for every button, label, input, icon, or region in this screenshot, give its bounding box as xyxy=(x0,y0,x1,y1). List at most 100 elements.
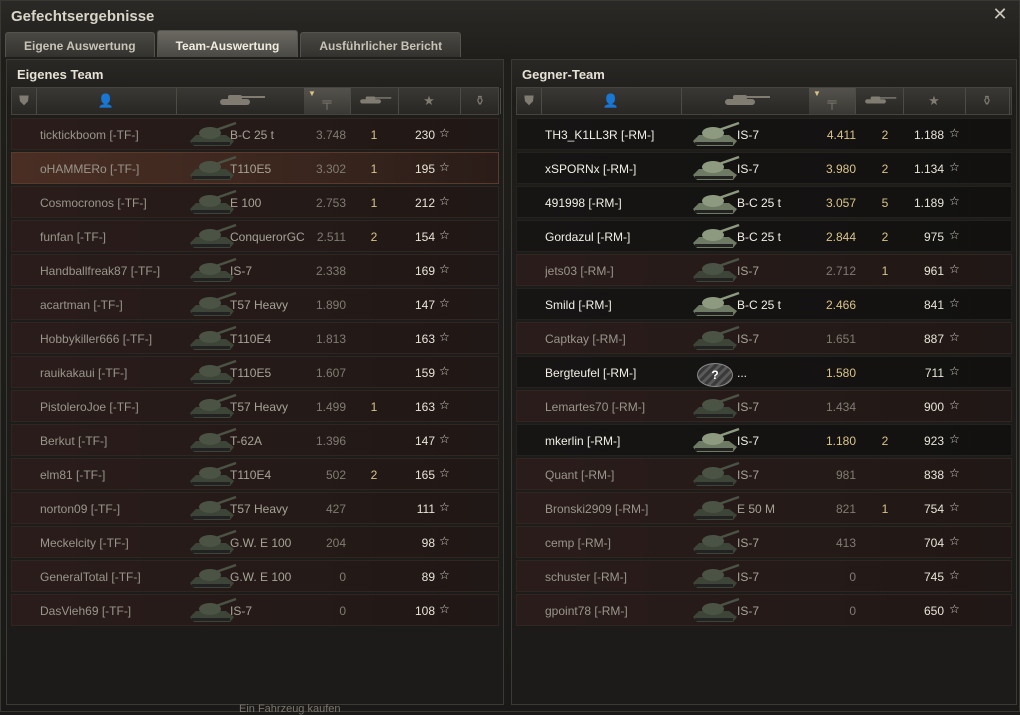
player-name: funfan [-TF-] xyxy=(40,230,107,244)
enemy-team-row[interactable]: Gordazul [-RM-] B-C 25 t 2.844 2 975 ☆ xyxy=(516,220,1012,252)
own-team-row[interactable]: PistoleroJoe [-TF-] T57 Heavy 1.499 1 163 ☆ xyxy=(11,390,499,422)
enemy-team-row[interactable]: cemp [-RM-] IS-7 413 704 ☆ xyxy=(516,526,1012,558)
xp-value: 98 xyxy=(421,536,435,550)
sort-damage-column[interactable]: ╤ ▼ xyxy=(304,88,351,114)
enemy-team-row[interactable]: ? Bergteufel [-RM-]... 1.580 711 ☆ xyxy=(516,356,1012,388)
enemy-team-row[interactable]: TH3_K1LL3R [-RM-] IS-7 4.411 2 1.188 ☆ xyxy=(516,118,1012,150)
vehicle-name: IS-7 xyxy=(737,162,760,176)
tab-personal[interactable]: Eigene Auswertung xyxy=(5,32,155,57)
enemy-team-row[interactable]: Quant [-RM-] IS-7 981 838 ☆ xyxy=(516,458,1012,490)
tab-team[interactable]: Team-Auswertung xyxy=(156,30,299,57)
damage-value: 2.753 xyxy=(315,196,346,210)
star-icon: ☆ xyxy=(949,466,960,480)
player-name: jets03 [-RM-] xyxy=(545,264,614,278)
player-name: rauikakaui [-TF-] xyxy=(40,366,128,380)
star-icon: ☆ xyxy=(439,160,450,174)
sort-damage-column[interactable]: ╤ ▼ xyxy=(809,88,856,114)
star-icon: ☆ xyxy=(949,160,960,174)
enemy-team-row[interactable]: Lemartes70 [-RM-] IS-7 1.434 900 ☆ xyxy=(516,390,1012,422)
enemy-team-row[interactable]: jets03 [-RM-] IS-7 2.712 1 961 ☆ xyxy=(516,254,1012,286)
own-team-row[interactable]: GeneralTotal [-TF-] G.W. E 100 0 89 ☆ xyxy=(11,560,499,592)
star-icon: ☆ xyxy=(439,602,450,616)
star-icon: ☆ xyxy=(439,330,450,344)
tank-icon xyxy=(689,529,741,557)
own-team-row[interactable]: ticktickboom [-TF-] B-C 25 t 3.748 1 230 ☆ xyxy=(11,118,499,150)
enemy-team-row[interactable]: mkerlin [-RM-] IS-7 1.180 2 923 ☆ xyxy=(516,424,1012,456)
column-medal-icon[interactable]: ⚱ xyxy=(460,88,501,114)
column-player-icon[interactable]: 👤 xyxy=(36,88,177,114)
player-name: gpoint78 [-RM-] xyxy=(545,604,628,618)
damage-value: 3.057 xyxy=(825,196,856,210)
own-team-row[interactable]: Berkut [-TF-] T-62A 1.396 147 ☆ xyxy=(11,424,499,456)
tank-icon xyxy=(689,495,741,523)
own-team-row[interactable]: acartman [-TF-] T57 Heavy 1.890 147 ☆ xyxy=(11,288,499,320)
own-team-row[interactable]: Cosmocronos [-TF-] E 100 2.753 1 212 ☆ xyxy=(11,186,499,218)
player-name: Bergteufel [-RM-] xyxy=(545,366,637,380)
player-name: 491998 [-RM-] xyxy=(545,196,622,210)
sort-arrow-icon: ▼ xyxy=(308,89,316,98)
enemy-team-row[interactable]: gpoint78 [-RM-] IS-7 0 650 ☆ xyxy=(516,594,1012,626)
player-name: TH3_K1LL3R [-RM-] xyxy=(545,128,655,142)
kills-value: 2 xyxy=(881,128,889,142)
enemy-team-row[interactable]: Bronski2909 [-RM-] E 50 M 821 1 754 ☆ xyxy=(516,492,1012,524)
damage-value: 2.338 xyxy=(315,264,346,278)
column-xp-star-icon[interactable]: ★ xyxy=(398,88,461,114)
own-team-row[interactable]: DasVieh69 [-TF-] IS-7 0 108 ☆ xyxy=(11,594,499,626)
damage-value: 1.890 xyxy=(315,298,346,312)
column-tank-icon[interactable] xyxy=(176,88,305,114)
column-kills-icon[interactable] xyxy=(855,88,904,114)
enemy-team-row[interactable]: Smild [-RM-] B-C 25 t 2.466 841 ☆ xyxy=(516,288,1012,320)
vehicle-name: T110E5 xyxy=(230,162,272,176)
damage-value: 427 xyxy=(325,502,346,516)
vehicle-name: IS-7 xyxy=(737,468,760,482)
xp-value: 841 xyxy=(923,298,944,312)
kills-value: 1 xyxy=(370,128,378,142)
player-name: DasVieh69 [-TF-] xyxy=(40,604,132,618)
enemy-team-row[interactable]: Captkay [-RM-] IS-7 1.651 887 ☆ xyxy=(516,322,1012,354)
window-title: Gefechtsergebnisse xyxy=(11,8,155,25)
own-team-row[interactable]: Hobbykiller666 [-TF-] T110E4 1.813 163 ☆ xyxy=(11,322,499,354)
column-medal-icon[interactable]: ⚱ xyxy=(965,88,1010,114)
column-player-icon[interactable]: 👤 xyxy=(541,88,682,114)
player-name: GeneralTotal [-TF-] xyxy=(40,570,141,584)
tank-icon xyxy=(689,325,741,353)
damage-value: 2.466 xyxy=(825,298,856,312)
star-icon: ☆ xyxy=(439,126,450,140)
own-team-row[interactable]: norton09 [-TF-] T57 Heavy 427 111 ☆ xyxy=(11,492,499,524)
kills-value: 1 xyxy=(370,196,378,210)
star-icon: ☆ xyxy=(949,126,960,140)
column-xp-star-icon[interactable]: ★ xyxy=(903,88,966,114)
tab-detailed-report[interactable]: Ausführlicher Bericht xyxy=(300,32,462,57)
footer-hint: Ein Fahrzeug kaufen xyxy=(239,703,341,715)
player-name: Berkut [-TF-] xyxy=(40,434,108,448)
tank-icon xyxy=(689,291,741,319)
damage-value: 1.607 xyxy=(315,366,346,380)
enemy-team-row[interactable]: schuster [-RM-] IS-7 0 745 ☆ xyxy=(516,560,1012,592)
column-kills-icon[interactable] xyxy=(350,88,399,114)
own-team-row[interactable]: rauikakaui [-TF-] T110E5 1.607 159 ☆ xyxy=(11,356,499,388)
close-icon[interactable]: ✕ xyxy=(991,5,1009,23)
own-team-row[interactable]: oHAMMERo [-TF-] T110E5 3.302 1 195 ☆ xyxy=(11,152,499,184)
enemy-team-row[interactable]: 491998 [-RM-] B-C 25 t 3.057 5 1.189 ☆ xyxy=(516,186,1012,218)
xp-value: 754 xyxy=(923,502,944,516)
own-team-row[interactable]: elm81 [-TF-] T110E4 502 2 165 ☆ xyxy=(11,458,499,490)
player-icon: 👤 xyxy=(602,93,620,108)
vehicle-name: IS-7 xyxy=(737,570,760,584)
xp-value: 89 xyxy=(421,570,435,584)
tank-icon xyxy=(689,597,741,625)
damage-value: 502 xyxy=(325,468,346,482)
column-platoon-icon[interactable]: ⛊ xyxy=(517,88,542,114)
enemy-team-row[interactable]: xSPORNx [-RM-] IS-7 3.980 2 1.134 ☆ xyxy=(516,152,1012,184)
damage-value: 3.302 xyxy=(315,162,346,176)
own-team-row[interactable]: funfan [-TF-] ConquerorGC 2.511 2 154 ☆ xyxy=(11,220,499,252)
own-team-row[interactable]: Handballfreak87 [-TF-] IS-7 2.338 169 ☆ xyxy=(11,254,499,286)
xp-value: 1.189 xyxy=(913,196,944,210)
xp-value: 975 xyxy=(923,230,944,244)
own-team-row[interactable]: Meckelcity [-TF-] G.W. E 100 204 98 ☆ xyxy=(11,526,499,558)
column-tank-icon[interactable] xyxy=(681,88,810,114)
damage-value: 821 xyxy=(835,502,856,516)
damage-value: 1.813 xyxy=(315,332,346,346)
vehicle-name: IS-7 xyxy=(737,604,760,618)
star-icon: ☆ xyxy=(439,262,450,276)
column-platoon-icon[interactable]: ⛊ xyxy=(12,88,37,114)
